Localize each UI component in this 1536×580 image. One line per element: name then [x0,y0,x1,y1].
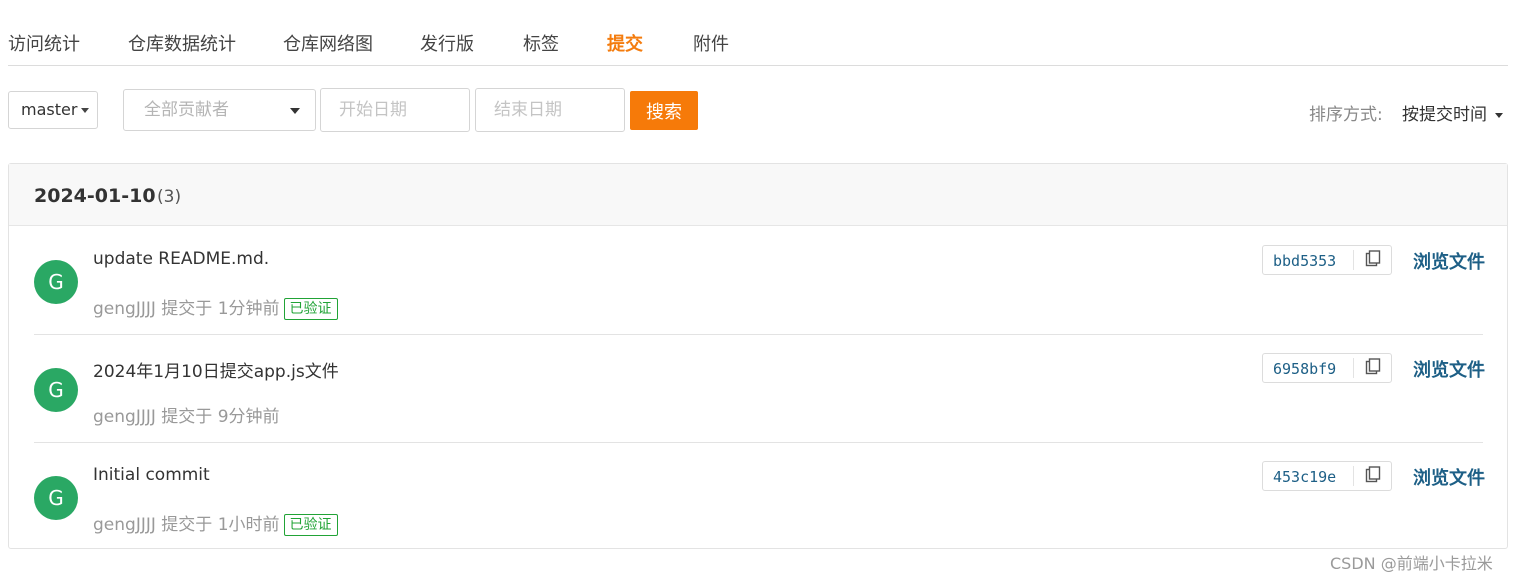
commit-meta: gengJJJJ 提交于 9分钟前 [93,402,280,427]
commit-meta: gengJJJJ 提交于 1分钟前 已验证 [93,294,338,320]
commit-action: 提交于 [161,407,213,427]
sha-box: 6958bf9 [1262,353,1392,383]
divider [1353,466,1354,486]
end-date-input[interactable] [475,88,625,132]
commit-action: 提交于 [161,515,213,535]
tab-commits[interactable]: 提交 [607,30,643,56]
sort-select[interactable]: 按提交时间 [1402,100,1503,125]
sha-box: 453c19e [1262,461,1392,491]
commit-group-header: 2024-01-10 (3) [9,164,1507,226]
commit-time: 1小时前 [217,515,280,535]
sha-box: bbd5353 [1262,245,1392,275]
commit-message[interactable]: 2024年1月10日提交app.js文件 [93,357,339,382]
sort-value: 按提交时间 [1402,105,1487,125]
commit-author[interactable]: gengJJJJ [93,407,156,427]
verified-badge: 已验证 [283,514,338,536]
contributor-placeholder: 全部贡献者 [144,100,229,120]
commit-item: G Initial commit gengJJJJ 提交于 1小时前 已验证 45… [34,443,1485,550]
commit-time: 1分钟前 [217,299,280,319]
browse-files-link[interactable]: 浏览文件 [1413,356,1485,382]
commit-author[interactable]: gengJJJJ [93,515,156,535]
caret-down-icon [1495,112,1503,118]
commit-author[interactable]: gengJJJJ [93,299,156,319]
commit-sha-link[interactable]: 453c19e [1273,468,1336,486]
divider [1353,250,1354,270]
tab-tags[interactable]: 标签 [523,30,559,56]
commit-message[interactable]: Initial commit [93,465,210,485]
start-date-input[interactable] [320,88,470,132]
tab-repo-stats[interactable]: 仓库数据统计 [128,30,236,56]
commit-item: G update README.md. gengJJJJ 提交于 1分钟前 已验证… [34,227,1485,335]
filter-bar: master 全部贡献者 搜索 排序方式: 按提交时间 [0,88,1536,136]
caret-down-icon [81,108,90,113]
tab-releases[interactable]: 发行版 [420,30,474,56]
search-button[interactable]: 搜索 [630,91,698,130]
commit-message[interactable]: update README.md. [93,249,269,269]
verified-badge: 已验证 [283,298,338,320]
commit-group-panel: 2024-01-10 (3) G update README.md. gengJ… [8,163,1508,549]
avatar[interactable]: G [34,260,78,304]
watermark: CSDN @前端小卡拉米 [1330,554,1493,573]
tab-visit-stats[interactable]: 访问统计 [8,30,80,56]
browse-files-link[interactable]: 浏览文件 [1413,464,1485,490]
avatar[interactable]: G [34,368,78,412]
caret-down-icon [290,108,300,114]
copy-icon[interactable] [1363,466,1383,486]
copy-icon[interactable] [1363,250,1383,270]
copy-icon[interactable] [1363,358,1383,378]
commit-time: 9分钟前 [217,407,280,427]
commit-sha-link[interactable]: 6958bf9 [1273,360,1336,378]
tab-bar: 访问统计 仓库数据统计 仓库网络图 发行版 标签 提交 附件 [8,0,1508,66]
tab-network-graph[interactable]: 仓库网络图 [283,30,373,56]
commit-count: (3) [157,187,182,207]
contributor-select[interactable]: 全部贡献者 [123,89,316,131]
branch-select[interactable]: master [8,91,98,129]
commit-date: 2024-01-10 [34,185,156,207]
commit-action: 提交于 [161,299,213,319]
commit-item: G 2024年1月10日提交app.js文件 gengJJJJ 提交于 9分钟前… [34,335,1485,443]
commit-meta: gengJJJJ 提交于 1小时前 已验证 [93,510,338,536]
tab-attachments[interactable]: 附件 [693,30,729,56]
browse-files-link[interactable]: 浏览文件 [1413,248,1485,274]
commit-sha-link[interactable]: bbd5353 [1273,252,1336,270]
avatar[interactable]: G [34,476,78,520]
branch-label: master [21,100,78,119]
divider [1353,358,1354,378]
sort-label: 排序方式: [1309,105,1383,125]
